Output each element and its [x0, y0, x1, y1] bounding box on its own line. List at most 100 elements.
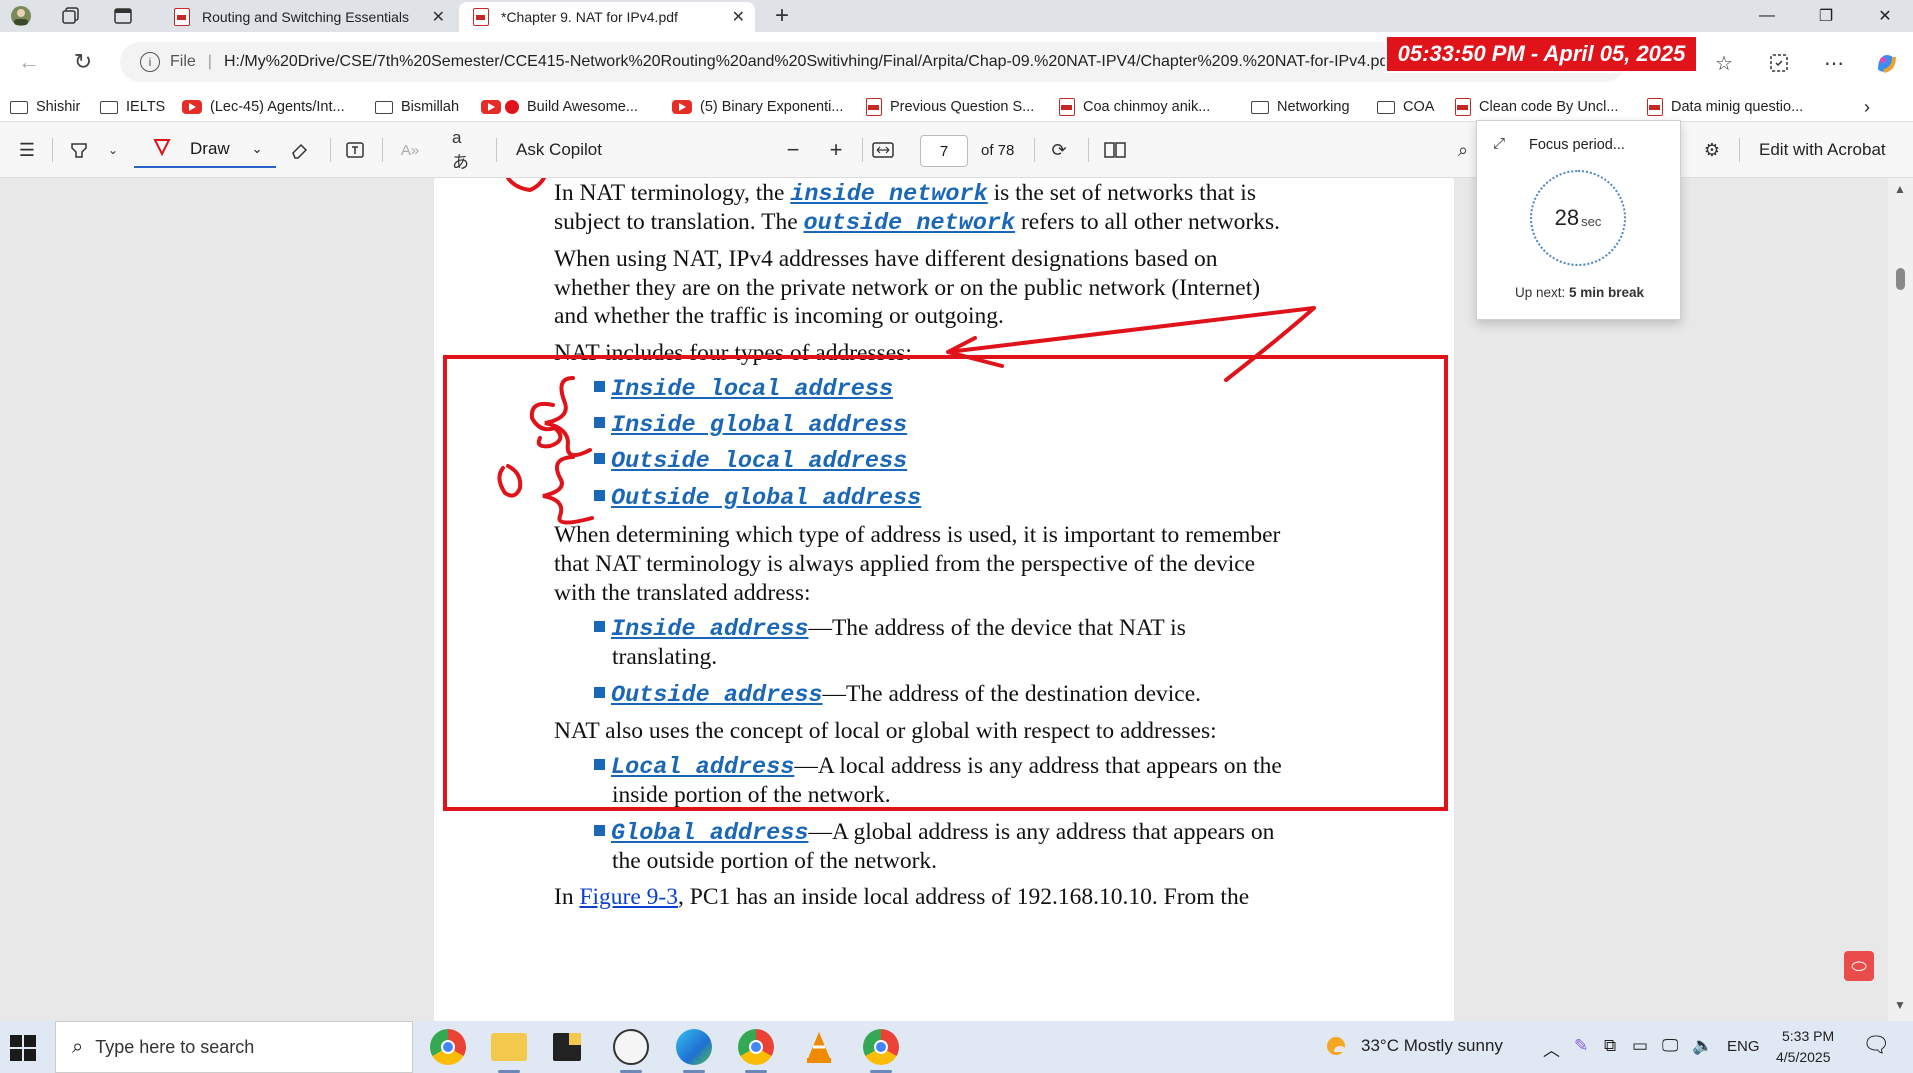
bookmark-coa[interactable]: COA — [1377, 96, 1434, 118]
vertical-scrollbar[interactable]: ▲ ▼ — [1888, 178, 1913, 1021]
tab-chapter-9-nat[interactable]: *Chapter 9. NAT for IPv4.pdf ✕ — [459, 2, 755, 32]
restore-button[interactable]: ❐ — [1803, 4, 1849, 28]
term-outside-global-address[interactable]: Outside global address — [611, 485, 921, 512]
settings-gear-icon[interactable]: ⚙ — [1699, 138, 1725, 162]
scroll-up-icon[interactable]: ▲ — [1894, 182, 1906, 196]
taskbar-search[interactable]: ⌕ Type here to search — [55, 1021, 413, 1073]
focus-unit: sec — [1581, 213, 1602, 229]
highlight-icon[interactable] — [66, 138, 92, 162]
pen-tray-icon[interactable]: ✎ — [1574, 1036, 1588, 1056]
page-view-icon[interactable] — [1102, 138, 1128, 162]
more-menu-icon[interactable]: ⋯ — [1821, 50, 1847, 76]
term-inside-local-address[interactable]: Inside local address — [611, 376, 893, 403]
contents-list-icon[interactable]: ☰ — [14, 138, 40, 162]
term-outside-address[interactable]: Outside address — [611, 682, 823, 709]
figure-9-3-link[interactable]: Figure 9-3 — [579, 884, 678, 910]
workspaces-icon[interactable] — [58, 5, 84, 27]
bookmark-bismillah[interactable]: Bismillah — [375, 96, 459, 118]
bookmark-clean-code[interactable]: Clean code By Uncl... — [1455, 96, 1618, 118]
term-local-address[interactable]: Local address — [611, 754, 794, 781]
bookmark-binary-exponentiation[interactable]: (5) Binary Exponenti... — [672, 96, 843, 118]
refresh-icon[interactable]: ↻ — [68, 47, 98, 77]
network-icon[interactable]: 🖵 — [1662, 1036, 1678, 1056]
read-aloud-icon[interactable]: A» — [397, 138, 423, 162]
favorites-star-icon[interactable]: ☆ — [1711, 50, 1737, 76]
term-outside-network[interactable]: outside network — [804, 210, 1016, 237]
clock-app-icon[interactable] — [613, 1029, 649, 1065]
screenshot-icon[interactable] — [1766, 50, 1792, 76]
rotate-icon[interactable]: ⟳ — [1046, 138, 1072, 162]
bookmark-data-mining[interactable]: Data minig questio... — [1647, 96, 1803, 118]
info-icon[interactable]: i — [140, 52, 160, 72]
show-hidden-icons-chevron-icon[interactable]: ︿ — [1543, 1036, 1560, 1061]
term-global-address[interactable]: Global address — [611, 820, 808, 847]
battery-icon[interactable]: ▭ — [1632, 1036, 1648, 1056]
back-arrow-icon[interactable]: ← — [14, 47, 44, 77]
vlc-icon[interactable] — [801, 1029, 837, 1065]
bookmark-coa-chinmoy[interactable]: Coa chinmoy anik... — [1059, 96, 1210, 118]
notifications-icon[interactable]: 🗨 — [1862, 1032, 1890, 1058]
focus-session-popup[interactable]: ⤢ Focus period... 28 sec Up next: 5 min … — [1476, 120, 1681, 320]
tab-label: Routing and Switching Essentials — [202, 9, 410, 25]
scroll-thumb[interactable] — [1896, 268, 1905, 290]
text-box-icon[interactable] — [342, 138, 368, 162]
zoom-out-icon[interactable]: − — [780, 137, 806, 162]
minimize-button[interactable]: — — [1744, 4, 1790, 28]
chrome-icon[interactable] — [430, 1029, 466, 1065]
term-inside-global-address[interactable]: Inside global address — [611, 412, 907, 439]
list-item-inside-local: Inside local address — [594, 374, 893, 404]
bullet-icon — [594, 687, 605, 698]
url-text[interactable]: H:/My%20Drive/CSE/7th%20Semester/CCE415-… — [224, 53, 1393, 71]
weather-icon[interactable] — [1324, 1032, 1352, 1065]
bookmark-lec45[interactable]: (Lec-45) Agents/Int... — [182, 96, 345, 118]
sticky-notes-icon[interactable] — [553, 1033, 581, 1061]
term-outside-local-address[interactable]: Outside local address — [611, 448, 907, 475]
eraser-icon[interactable] — [286, 138, 312, 162]
translate-icon[interactable]: aあ — [452, 128, 478, 172]
zoom-in-icon[interactable]: + — [823, 137, 849, 162]
close-tab-icon[interactable]: ✕ — [732, 7, 745, 27]
bookmark-previous-question[interactable]: Previous Question S... — [866, 96, 1034, 118]
chevron-right-icon[interactable]: › — [1864, 96, 1870, 118]
taskbar-time[interactable]: 5:33 PM — [1782, 1028, 1834, 1044]
language-indicator[interactable]: ENG — [1727, 1038, 1760, 1055]
term-inside-address[interactable]: Inside address — [611, 616, 808, 643]
chrome-profile-icon[interactable] — [738, 1029, 774, 1065]
record-dot-icon — [505, 100, 519, 114]
chevron-down-icon[interactable]: ⌄ — [100, 138, 126, 162]
windows-start-icon[interactable] — [10, 1035, 36, 1061]
profile-avatar-icon[interactable] — [8, 5, 34, 27]
acrobat-icon[interactable]: ⬭ — [1844, 951, 1874, 981]
edit-with-acrobat-button[interactable]: Edit with Acrobat — [1759, 140, 1886, 160]
draw-button[interactable]: Draw ⌄ — [134, 132, 276, 168]
page-number-input[interactable]: 7 — [920, 135, 968, 167]
term-inside-network[interactable]: inside network — [790, 181, 987, 208]
toolbar-divider — [862, 138, 863, 162]
chevron-down-icon[interactable]: ⌄ — [252, 141, 263, 157]
close-tab-icon[interactable]: ✕ — [432, 7, 445, 27]
edge-icon[interactable] — [676, 1029, 712, 1065]
bookmark-networking[interactable]: Networking — [1251, 96, 1350, 118]
taskbar-date[interactable]: 4/5/2025 — [1776, 1049, 1831, 1065]
meet-now-icon[interactable]: ⧉ — [1604, 1036, 1616, 1056]
scroll-down-icon[interactable]: ▼ — [1894, 998, 1906, 1012]
focus-expand-icon[interactable]: ⤢ — [1493, 135, 1513, 155]
focus-timer-ring: 28 sec — [1530, 170, 1626, 266]
copilot-icon[interactable] — [1873, 50, 1899, 76]
paragraph-nat-terminology-line2: subject to translation. The outside netw… — [554, 209, 1281, 237]
tab-actions-icon[interactable] — [110, 5, 136, 27]
bookmark-build-awesome[interactable]: Build Awesome... — [481, 96, 638, 118]
list-item-outside-global: Outside global address — [594, 483, 921, 513]
chrome-second-profile-icon[interactable] — [863, 1029, 899, 1065]
tab-routing-switching[interactable]: Routing and Switching Essentials ✕ — [160, 2, 455, 32]
volume-icon[interactable]: 🔈 — [1692, 1036, 1713, 1056]
weather-text[interactable]: 33°C Mostly sunny — [1361, 1036, 1503, 1056]
file-explorer-icon[interactable] — [491, 1033, 527, 1061]
bookmark-shishir[interactable]: Shishir — [10, 96, 80, 118]
fit-width-icon[interactable] — [870, 138, 896, 162]
close-window-button[interactable]: ✕ — [1862, 4, 1908, 28]
new-tab-button[interactable]: + — [769, 2, 795, 29]
ask-copilot-button[interactable]: Ask Copilot — [516, 140, 602, 160]
bookmark-ielts[interactable]: IELTS — [100, 96, 165, 118]
search-icon[interactable]: ⌕ — [1450, 138, 1476, 162]
